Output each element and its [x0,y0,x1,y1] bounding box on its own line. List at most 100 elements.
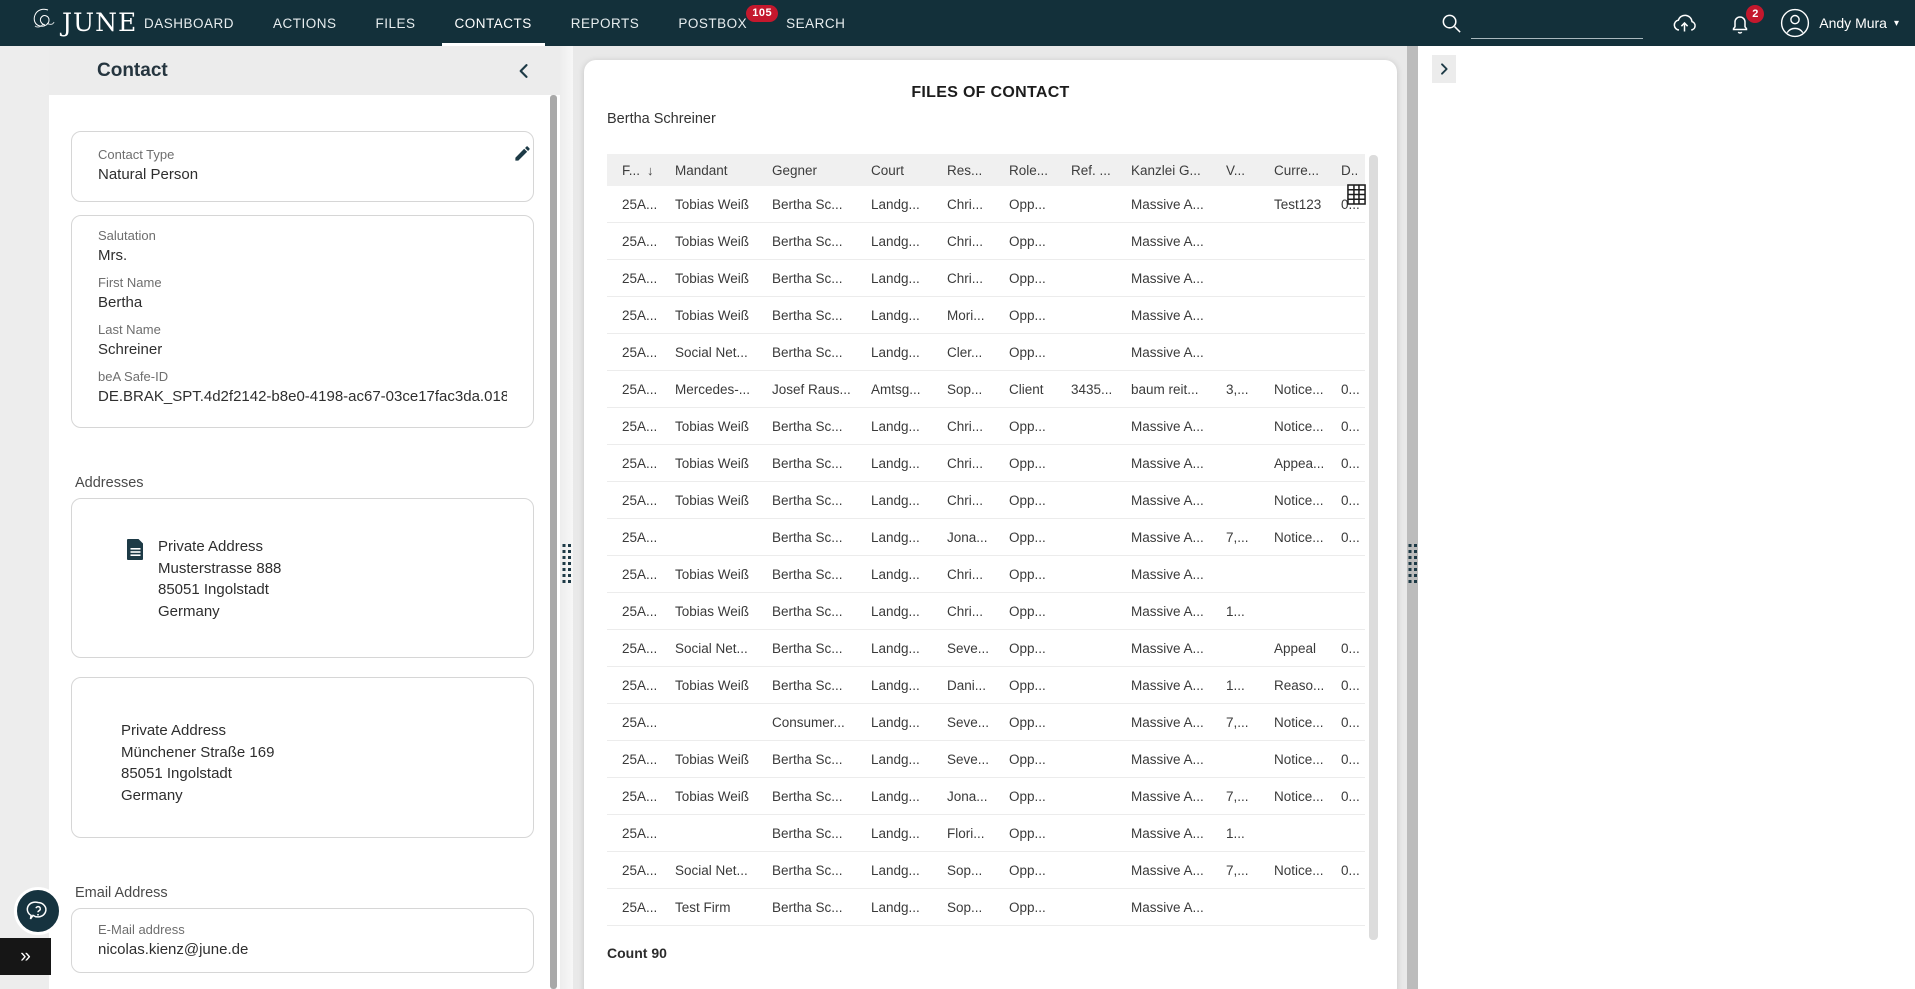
nav-item-search[interactable]: SEARCH [773,0,858,46]
table-cell: 25A... [622,677,658,693]
nav-item-actions[interactable]: ACTIONS [260,0,350,46]
nav-item-reports[interactable]: REPORTS [558,0,653,46]
column-header-role[interactable]: Role... [994,163,1056,178]
table-row[interactable]: 25A... Tobias Weiß Bertha Sc... Landg... Chr… [607,556,1365,593]
nav-item-dashboard[interactable]: DASHBOARD [131,0,247,46]
nav-item-label: DASHBOARD [144,15,235,31]
edit-contact-button[interactable] [513,144,532,168]
app-logo[interactable]: JUNE [30,5,137,39]
nav-item-postbox[interactable]: POSTBOX 105 [665,0,779,46]
table-row[interactable]: 25A... Tobias Weiß Bertha Sc... Landg... Chr… [607,445,1365,482]
table-cell: Tobias Weiß [675,751,750,767]
column-label: Court [871,162,905,178]
table-cell: Opp... [1009,714,1046,730]
table-cell: Massive A... [1131,233,1204,249]
table-cell: Jona... [947,529,988,545]
table-cell: 25A... [622,566,658,582]
table-row[interactable]: 25A... Test Firm Bertha Sc... Landg... Sop..… [607,889,1365,926]
table-cell: Opp... [1009,270,1046,286]
search-icon[interactable] [1440,12,1463,35]
collapse-panel-button[interactable] [514,61,534,81]
table-cell: Bertha Sc... [772,529,843,545]
table-row[interactable]: 25A... Bertha Sc... Landg... Flori... Opp...… [607,815,1365,852]
table-row[interactable]: 25A... Tobias Weiß Bertha Sc... Landg... Chr… [607,223,1365,260]
column-header-f[interactable]: F... ↓ [607,163,660,178]
table-row[interactable]: 25A... Tobias Weiß Bertha Sc... Landg... Chr… [607,482,1365,519]
table-row[interactable]: 25A... Tobias Weiß Bertha Sc... Landg... Jon… [607,778,1365,815]
column-header-v[interactable]: V... [1211,163,1259,178]
column-header-ref[interactable]: Ref. ... [1056,163,1116,178]
table-row[interactable]: 25A... Tobias Weiß Bertha Sc... Landg... Chr… [607,186,1365,223]
table-cell: 25A... [622,862,658,878]
column-header-mandant[interactable]: Mandant [660,163,757,178]
table-cell: Landg... [871,640,920,656]
column-header-kanzleig[interactable]: Kanzlei G... [1116,163,1211,178]
table-cell: Massive A... [1131,862,1204,878]
address-card: Private Address Münchener Straße 169 85051… [71,677,534,838]
table-cell: 25A... [622,825,658,841]
address-line: 85051 Ingolstadt [121,765,232,782]
table-row[interactable]: 25A... Social Net... Bertha Sc... Landg... C… [607,334,1365,371]
table-cell: Social Net... [675,344,748,360]
table-cell: 25A... [622,418,658,434]
nav-item-contacts[interactable]: CONTACTS [441,0,546,46]
table-row[interactable]: 25A... Tobias Weiß Bertha Sc... Landg... Mor… [607,297,1365,334]
user-menu[interactable]: Andy Mura ▾ [1780,8,1899,38]
table-cell: Tobias Weiß [675,677,750,693]
chat-question-icon [26,901,47,920]
files-table-body: 25A... Tobias Weiß Bertha Sc... Landg... Chr… [607,186,1365,926]
contact-panel-scrollbar[interactable] [550,95,557,989]
column-header-gegner[interactable]: Gegner [757,163,856,178]
table-view-button[interactable] [1347,184,1366,210]
table-cell: Notice... [1274,862,1324,878]
global-search-field[interactable] [1471,37,1644,54]
notifications-button[interactable]: 2 [1728,4,1765,36]
table-cell: Test Firm [675,899,731,915]
table-cell: Massive A... [1131,270,1204,286]
upload-button[interactable] [1671,11,1698,35]
table-row[interactable]: 25A... Consumer... Landg... Seve... Opp... Ma… [607,704,1365,741]
table-row[interactable]: 25A... Tobias Weiß Bertha Sc... Landg... Dan… [607,667,1365,704]
table-row[interactable]: 25A... Social Net... Bertha Sc... Landg... S… [607,852,1365,889]
contact-panel-header: Contact [49,46,560,95]
table-cell: Massive A... [1131,603,1204,619]
table-cell: Chri... [947,566,984,582]
table-row[interactable]: 25A... Mercedes-... Josef Raus... Amtsg... S… [607,371,1365,408]
column-header-court[interactable]: Court [856,163,932,178]
table-row[interactable]: 25A... Tobias Weiß Bertha Sc... Landg... Chr… [607,260,1365,297]
column-header-curre[interactable]: Curre... [1259,163,1326,178]
table-row[interactable]: 25A... Tobias Weiß Bertha Sc... Landg... Chr… [607,593,1365,630]
table-cell: Josef Raus... [772,381,851,397]
column-header-d[interactable]: D.. [1326,163,1365,178]
table-row[interactable]: 25A... Bertha Sc... Landg... Jona... Opp... M… [607,519,1365,556]
table-cell: Social Net... [675,862,748,878]
table-cell: Landg... [871,270,920,286]
left-splitter-handle[interactable] [560,46,573,989]
nav-item-files[interactable]: FILES [363,0,429,46]
table-cell: Opp... [1009,566,1046,582]
column-label: F... [622,162,641,178]
table-cell: Opp... [1009,233,1046,249]
email-field-label: E-Mail address [98,922,185,937]
table-cell: Opp... [1009,677,1046,693]
contact-field-label: Last Name [98,322,161,337]
logo-flourish-icon [33,8,55,28]
right-splitter-handle[interactable] [1407,46,1418,989]
table-cell: Mori... [947,307,985,323]
table-row[interactable]: 25A... Tobias Weiß Bertha Sc... Landg... Chr… [607,408,1365,445]
grip-dots-icon [562,544,571,583]
table-row[interactable]: 25A... Social Net... Bertha Sc... Landg... S… [607,630,1365,667]
addresses-list: Private Address Musterstrasse 888 85051 In… [71,498,534,838]
table-cell: Bertha Sc... [772,566,843,582]
grip-dots-icon [1408,544,1417,583]
open-right-panel-button[interactable] [1432,55,1456,83]
expand-sidebar-button[interactable]: » [0,938,51,975]
table-cell: Massive A... [1131,492,1204,508]
files-table-scrollbar[interactable] [1369,155,1378,940]
table-row[interactable]: 25A... Tobias Weiß Bertha Sc... Landg... Sev… [607,741,1365,778]
global-search-input[interactable] [1471,38,1644,54]
contact-field-value: Schreiner [98,341,163,358]
table-cell: Bertha Sc... [772,196,843,212]
column-header-res[interactable]: Res... [932,163,994,178]
help-chat-button[interactable] [14,887,62,935]
